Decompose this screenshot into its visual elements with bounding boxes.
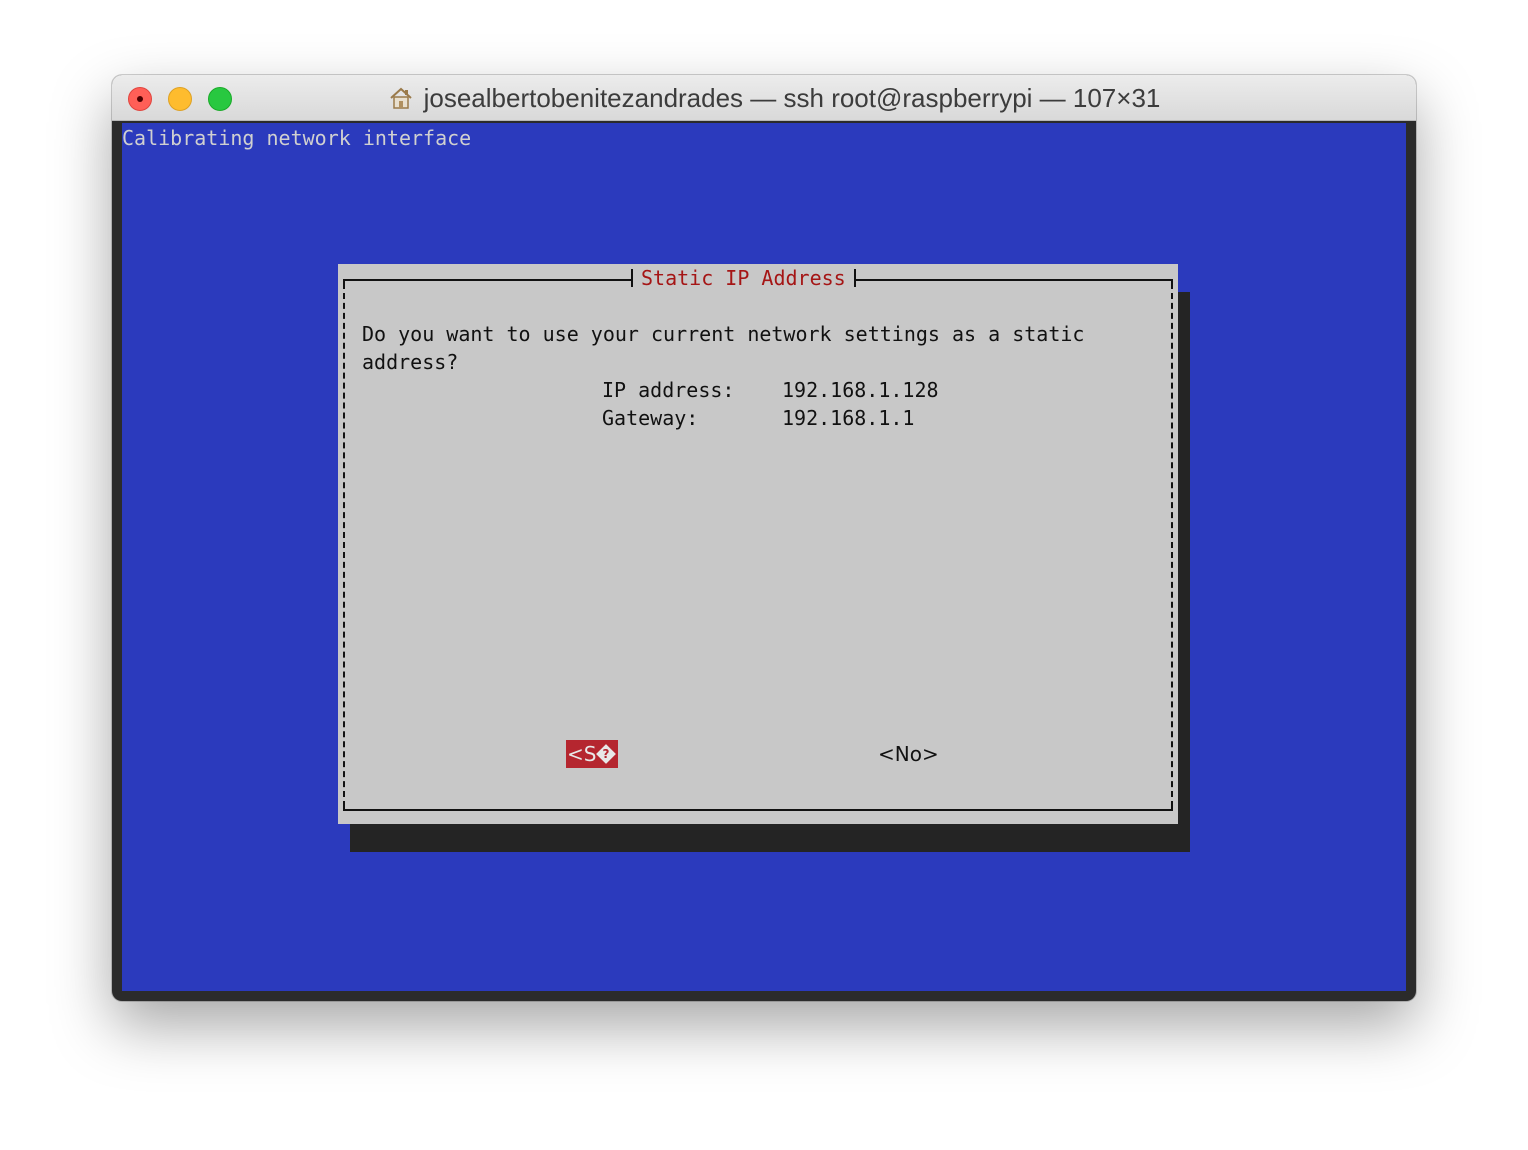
home-icon <box>389 87 412 109</box>
frame-right-border <box>1171 283 1173 807</box>
no-button[interactable]: <No> <box>878 740 939 768</box>
dialog-title: Static IP Address <box>631 264 856 292</box>
backtitle: Calibrating network interface <box>122 126 472 150</box>
frame-left-border <box>343 283 345 807</box>
gateway-value: 192.168.1.1 <box>782 406 915 430</box>
ip-address-label: IP address: <box>602 378 735 402</box>
frame-corner <box>1171 801 1173 809</box>
yes-button[interactable]: <S? <box>566 740 619 768</box>
message-line-1: Do you want to use your current network … <box>362 322 1085 346</box>
title-right-tick <box>853 269 856 287</box>
terminal-window: josealbertobenitezandrades — ssh root@ra… <box>112 75 1416 1001</box>
static-ip-dialog: Static IP Address Do you want to use you… <box>338 264 1178 824</box>
terminal-screen[interactable]: Calibrating network interface Static IP … <box>122 123 1406 991</box>
frame-corner <box>1171 281 1173 289</box>
ip-address-value: 192.168.1.128 <box>782 378 939 402</box>
frame-corner <box>343 281 345 289</box>
dialog-message: Do you want to use your current network … <box>362 320 1084 376</box>
message-line-2: address? <box>362 350 459 374</box>
frame-corner <box>343 801 345 809</box>
title-bar[interactable]: josealbertobenitezandrades — ssh root@ra… <box>112 75 1416 121</box>
title-left-tick <box>631 269 633 287</box>
gateway-label: Gateway: <box>602 406 699 430</box>
window-title-container: josealbertobenitezandrades — ssh root@ra… <box>112 75 1416 121</box>
dialog-title-text: Static IP Address <box>641 266 846 290</box>
window-title: josealbertobenitezandrades — ssh root@ra… <box>423 82 1161 113</box>
yes-button-label: <S <box>567 742 597 766</box>
replacement-char-icon: ? <box>596 744 617 764</box>
